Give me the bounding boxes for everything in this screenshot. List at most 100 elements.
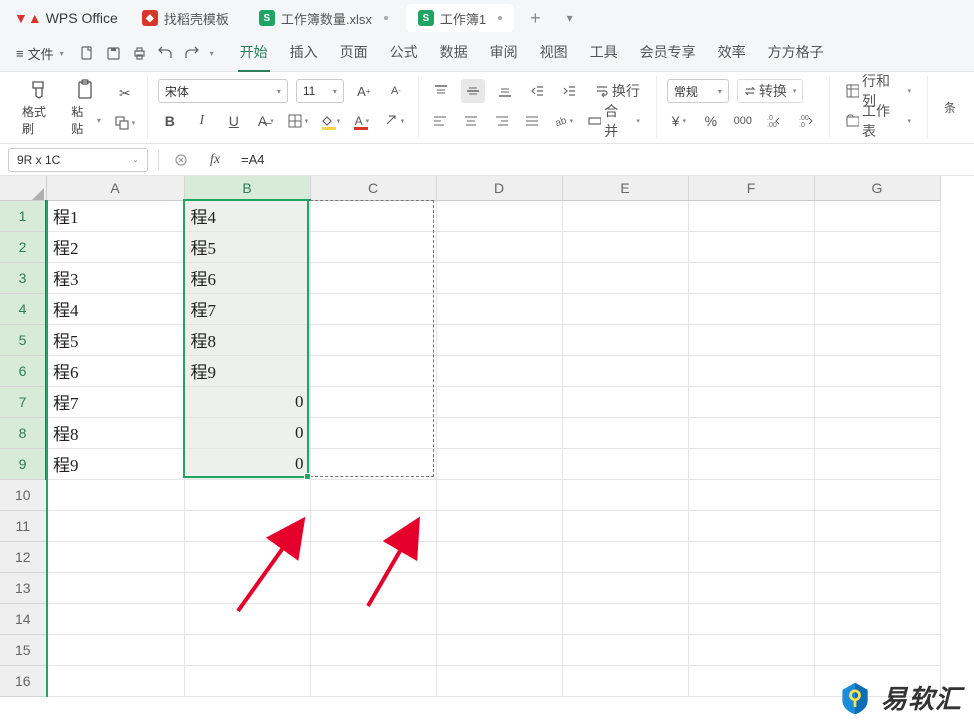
cell[interactable]	[310, 293, 436, 324]
wrap-text-button[interactable]: 换行	[589, 79, 646, 103]
row-header[interactable]: 7	[0, 386, 46, 417]
row-header[interactable]: 3	[0, 262, 46, 293]
row-header[interactable]: 9	[0, 448, 46, 479]
cell[interactable]	[436, 262, 562, 293]
row-header[interactable]: 4	[0, 293, 46, 324]
menu-tab-公式[interactable]: 公式	[388, 36, 420, 72]
cell[interactable]	[310, 355, 436, 386]
cell[interactable]	[46, 572, 184, 603]
cell[interactable]	[562, 510, 688, 541]
cell[interactable]	[184, 603, 310, 634]
cell[interactable]	[436, 200, 562, 231]
cell[interactable]	[310, 386, 436, 417]
cell[interactable]	[436, 386, 562, 417]
cell[interactable]	[562, 386, 688, 417]
cell[interactable]	[562, 355, 688, 386]
font-color-icon[interactable]: A	[350, 109, 374, 133]
tab-workbook-2[interactable]: S 工作簿1	[406, 4, 514, 32]
cell[interactable]	[688, 541, 814, 572]
italic-icon[interactable]: I	[190, 109, 214, 133]
cell[interactable]	[814, 231, 940, 262]
cell[interactable]	[562, 603, 688, 634]
cell[interactable]: 程8	[184, 324, 310, 355]
cell[interactable]	[562, 572, 688, 603]
cell[interactable]	[688, 324, 814, 355]
fx-icon[interactable]: fx	[203, 148, 227, 172]
cell[interactable]	[310, 510, 436, 541]
cell[interactable]	[436, 572, 562, 603]
cell[interactable]	[310, 603, 436, 634]
cell[interactable]	[184, 572, 310, 603]
number-format-select[interactable]: 常规▾	[667, 79, 729, 103]
cell[interactable]	[814, 603, 940, 634]
menu-tab-插入[interactable]: 插入	[288, 36, 320, 72]
cell[interactable]	[688, 231, 814, 262]
align-right-icon[interactable]	[490, 109, 513, 133]
cell[interactable]	[46, 603, 184, 634]
tab-workbook-1[interactable]: S 工作簿数量.xlsx	[247, 4, 400, 32]
cell[interactable]	[436, 665, 562, 696]
cell[interactable]	[562, 665, 688, 696]
redo-icon[interactable]	[182, 44, 202, 64]
cell[interactable]: 程5	[46, 324, 184, 355]
cell[interactable]	[310, 634, 436, 665]
cell[interactable]: 程7	[46, 386, 184, 417]
cell[interactable]	[436, 510, 562, 541]
cell[interactable]	[688, 479, 814, 510]
cell[interactable]	[46, 665, 184, 696]
cell[interactable]: 程8	[46, 417, 184, 448]
col-header[interactable]: G	[814, 176, 940, 200]
font-size-select[interactable]: 11▾	[296, 79, 344, 103]
cell[interactable]	[814, 324, 940, 355]
col-header[interactable]: F	[688, 176, 814, 200]
col-header[interactable]: B	[184, 176, 310, 200]
formula-input[interactable]: =A4	[237, 152, 966, 167]
copy-icon[interactable]	[113, 111, 137, 135]
rowcol-button[interactable]: 行和列	[840, 79, 917, 103]
align-left-icon[interactable]	[429, 109, 452, 133]
format-brush-button[interactable]: 格式刷	[18, 75, 59, 141]
cell[interactable]	[46, 510, 184, 541]
cell[interactable]	[310, 262, 436, 293]
cell[interactable]	[436, 634, 562, 665]
cell[interactable]	[310, 665, 436, 696]
col-header[interactable]: C	[310, 176, 436, 200]
row-header[interactable]: 1	[0, 200, 46, 231]
cell[interactable]	[562, 231, 688, 262]
cell[interactable]	[562, 324, 688, 355]
qat-expand-icon[interactable]: ▾	[210, 49, 214, 58]
align-center-icon[interactable]	[460, 109, 483, 133]
decrease-decimal-icon[interactable]: .0.00	[763, 109, 787, 133]
col-header[interactable]: D	[436, 176, 562, 200]
cell[interactable]	[814, 572, 940, 603]
cell[interactable]	[310, 541, 436, 572]
cell[interactable]	[814, 541, 940, 572]
orientation-icon[interactable]: ab	[552, 109, 575, 133]
cell[interactable]	[814, 293, 940, 324]
cell[interactable]: 程9	[46, 448, 184, 479]
cell[interactable]	[436, 324, 562, 355]
cell[interactable]	[562, 448, 688, 479]
save-icon[interactable]	[104, 44, 124, 64]
menu-tab-会员专享[interactable]: 会员专享	[638, 36, 698, 72]
comma-icon[interactable]: 000	[731, 109, 755, 133]
cell[interactable]	[688, 386, 814, 417]
row-header[interactable]: 11	[0, 510, 46, 541]
decrease-font-icon[interactable]: A-	[384, 79, 408, 103]
cell[interactable]: 程6	[46, 355, 184, 386]
menu-tab-工具[interactable]: 工具	[588, 36, 620, 72]
cell[interactable]	[562, 541, 688, 572]
cell[interactable]	[562, 293, 688, 324]
cell[interactable]: 程4	[46, 293, 184, 324]
cell[interactable]	[184, 541, 310, 572]
cell[interactable]	[310, 231, 436, 262]
cell[interactable]	[436, 448, 562, 479]
name-box[interactable]: 9R x 1C ⌄	[8, 148, 148, 172]
cell[interactable]	[688, 603, 814, 634]
cell[interactable]	[436, 417, 562, 448]
cell[interactable]	[436, 231, 562, 262]
tab-menu-button[interactable]: ▾	[557, 11, 583, 25]
cell[interactable]	[688, 634, 814, 665]
cell[interactable]	[184, 665, 310, 696]
print-icon[interactable]	[130, 44, 150, 64]
